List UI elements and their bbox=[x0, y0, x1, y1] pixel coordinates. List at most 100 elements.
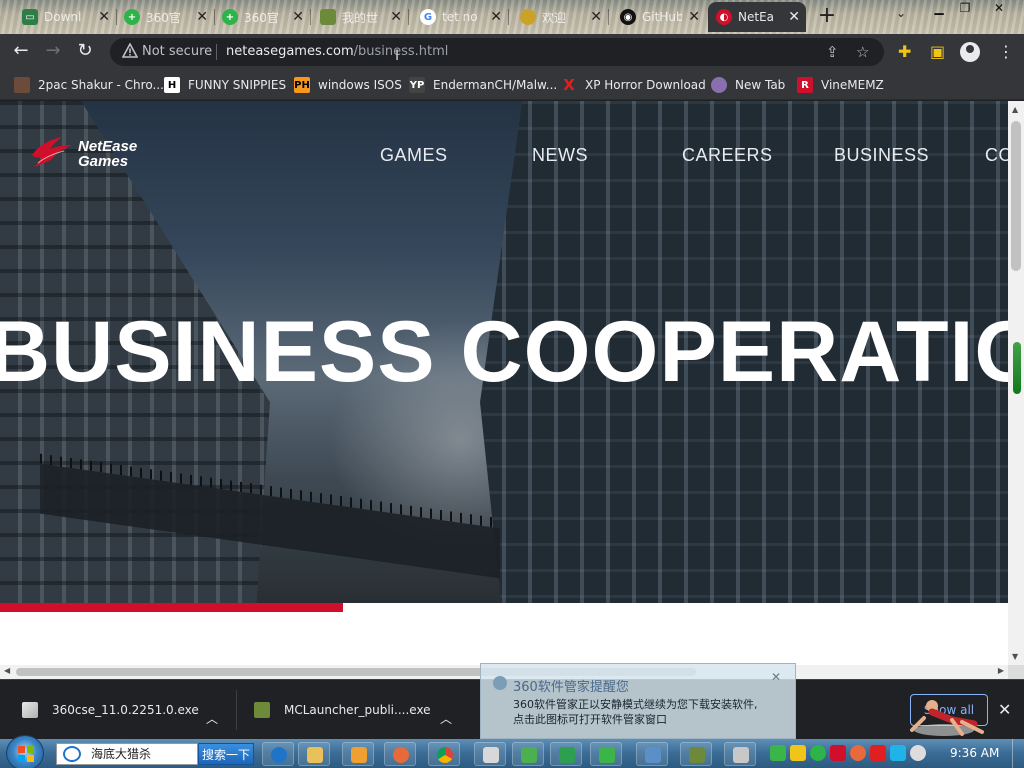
taskbar-media-app[interactable] bbox=[342, 742, 374, 766]
close-popup-icon[interactable]: ✕ bbox=[771, 670, 781, 684]
tray-app-icon[interactable] bbox=[850, 745, 866, 761]
reload-button[interactable]: ↻ bbox=[72, 40, 98, 64]
bookmark-xp-horror[interactable]: X XP Horror Download bbox=[561, 76, 706, 94]
download-favicon-icon: ▭ bbox=[22, 9, 38, 25]
system-tray bbox=[770, 745, 926, 763]
tab-netease-active[interactable]: ◐ NetEa ✕ bbox=[708, 2, 806, 32]
close-tab-icon[interactable]: ✕ bbox=[590, 9, 602, 25]
menu-kebab-icon[interactable]: ⋮ bbox=[998, 42, 1014, 61]
tab-welcome[interactable]: 欢迎 ✕ bbox=[512, 2, 608, 32]
tab-title: 欢迎 bbox=[542, 10, 567, 25]
taskbar-app-9[interactable] bbox=[636, 742, 668, 766]
profile-avatar-icon[interactable] bbox=[960, 42, 980, 62]
close-tab-icon[interactable]: ✕ bbox=[490, 9, 502, 25]
close-window-icon[interactable]: ✕ bbox=[986, 0, 1012, 18]
minimize-window-icon[interactable]: ▁ bbox=[926, 0, 952, 18]
tray-360-icon[interactable] bbox=[810, 745, 826, 761]
url-text[interactable]: neteasegames.com/business.html bbox=[226, 44, 448, 59]
taskbar-chrome-app[interactable] bbox=[428, 742, 460, 766]
close-tab-icon[interactable]: ✕ bbox=[196, 9, 208, 25]
security-label[interactable]: Not secure bbox=[142, 44, 212, 59]
close-tab-icon[interactable]: ✕ bbox=[788, 9, 800, 25]
taskbar-search-input[interactable]: 海底大猎杀 bbox=[56, 743, 198, 765]
desktop-pet-runner-icon[interactable] bbox=[902, 690, 992, 738]
r-icon: R bbox=[797, 77, 813, 93]
tab-360-1[interactable]: + 360官 ✕ bbox=[116, 2, 214, 32]
bookmark-vinememz[interactable]: R VineMEMZ bbox=[797, 76, 884, 94]
taskbar-app-8[interactable] bbox=[590, 742, 622, 766]
bookmark-endermanch[interactable]: YP EndermanCH/Malw... bbox=[409, 76, 557, 94]
ph-icon: PH bbox=[294, 77, 310, 93]
tray-app-icon[interactable] bbox=[790, 745, 806, 761]
extensions-puzzle-icon[interactable]: ✚ bbox=[898, 42, 911, 61]
netease-logo-mark-icon bbox=[32, 137, 72, 167]
scroll-right-icon[interactable]: ▶ bbox=[998, 666, 1004, 675]
close-tab-icon[interactable]: ✕ bbox=[98, 9, 110, 25]
nav-news[interactable]: NEWS bbox=[532, 145, 588, 166]
taskbar-paint-app[interactable] bbox=[384, 742, 416, 766]
scroll-left-icon[interactable]: ◀ bbox=[4, 666, 10, 675]
address-bar[interactable]: Not secure neteasegames.com/business.htm… bbox=[110, 38, 884, 66]
bookmark-2pac[interactable]: 2pac Shakur - Chro... bbox=[14, 76, 164, 94]
taskbar-app-7[interactable] bbox=[550, 742, 582, 766]
scroll-down-icon[interactable]: ▼ bbox=[1012, 652, 1018, 661]
taskbar-explorer-app[interactable] bbox=[298, 742, 330, 766]
bookmark-label: EndermanCH/Malw... bbox=[433, 78, 558, 92]
close-tab-icon[interactable]: ✕ bbox=[292, 9, 304, 25]
tray-volume-icon[interactable] bbox=[910, 745, 926, 761]
taskbar-clock[interactable]: 9:36 AM bbox=[950, 746, 999, 760]
bookmark-label: VineMEMZ bbox=[821, 78, 884, 92]
tray-network-icon[interactable] bbox=[890, 745, 906, 761]
chevron-up-icon[interactable]: ︿ bbox=[206, 702, 218, 734]
taskbar-app-10[interactable] bbox=[680, 742, 712, 766]
360-notification-popup[interactable]: 360软件管家提醒您 360软件管家正以安静模式继续为您下载安装软件, 点击此图… bbox=[480, 663, 796, 739]
taskbar-app-11[interactable] bbox=[724, 742, 756, 766]
taskbar-ie-app[interactable] bbox=[262, 742, 294, 766]
page-content: NetEase Games GAMES NEWS CAREERS BUSINESS… bbox=[0, 101, 1008, 665]
chevron-up-icon[interactable]: ︿ bbox=[440, 702, 452, 734]
side-widget-indicator[interactable] bbox=[1013, 342, 1021, 394]
taskbar-app-5[interactable] bbox=[474, 742, 506, 766]
bookmark-windows-isos[interactable]: PH windows ISOS bbox=[294, 76, 402, 94]
tray-flag-icon[interactable] bbox=[870, 745, 886, 761]
tray-app-icon[interactable] bbox=[770, 745, 786, 761]
tray-app-icon[interactable] bbox=[830, 745, 846, 761]
start-button[interactable] bbox=[6, 735, 44, 768]
tab-title: 360官 bbox=[244, 10, 279, 25]
bookmark-star-icon[interactable]: ☆ bbox=[856, 43, 869, 61]
taskbar-app-6[interactable] bbox=[512, 742, 544, 766]
360-manager-icon bbox=[493, 676, 507, 690]
netease-favicon-icon: ◐ bbox=[716, 9, 732, 25]
tab-search-chevron-icon[interactable]: ⌄ bbox=[896, 6, 906, 20]
taskbar-search-button[interactable]: 搜索一下 bbox=[198, 743, 254, 765]
download-item-360cse[interactable]: 360cse_11.0.2251.0.exe bbox=[22, 694, 199, 726]
tab-github[interactable]: ◉ GitHub ✕ bbox=[612, 2, 706, 32]
nav-contact[interactable]: CO bbox=[985, 145, 1008, 166]
tupac-icon bbox=[14, 77, 30, 93]
new-tab-button[interactable]: + bbox=[814, 4, 840, 30]
bookmark-new-tab[interactable]: New Tab bbox=[711, 76, 785, 94]
show-desktop-button[interactable] bbox=[1012, 739, 1024, 768]
tab-360-2[interactable]: + 360官 ✕ bbox=[214, 2, 310, 32]
nav-careers[interactable]: CAREERS bbox=[682, 145, 773, 166]
bookmark-funny-snippies[interactable]: H FUNNY SNIPPIES bbox=[164, 76, 286, 94]
github-favicon-icon: ◉ bbox=[620, 9, 636, 25]
close-tab-icon[interactable]: ✕ bbox=[390, 9, 402, 25]
close-tab-icon[interactable]: ✕ bbox=[688, 9, 700, 25]
restore-window-icon[interactable]: ❐ bbox=[952, 0, 978, 18]
share-icon[interactable]: ⇪ bbox=[826, 43, 839, 61]
nav-games[interactable]: GAMES bbox=[380, 145, 448, 166]
tab-google[interactable]: G tet no ✕ bbox=[412, 2, 508, 32]
nav-business[interactable]: BUSINESS bbox=[834, 145, 929, 166]
tab-downloads[interactable]: ▭ Downl ✕ bbox=[14, 2, 116, 32]
download-item-mclauncher[interactable]: MCLauncher_publi....exe bbox=[254, 694, 431, 726]
side-panel-icon[interactable]: ▣ bbox=[930, 42, 945, 61]
tab-minecraft[interactable]: 我的世 ✕ bbox=[312, 2, 408, 32]
forward-button[interactable]: → bbox=[40, 40, 66, 64]
netease-games-logo[interactable]: NetEase Games bbox=[28, 133, 148, 173]
close-shelf-icon[interactable]: ✕ bbox=[998, 700, 1011, 719]
bookmark-label: New Tab bbox=[735, 78, 786, 92]
back-button[interactable]: ← bbox=[8, 40, 34, 64]
scroll-up-icon[interactable]: ▲ bbox=[1012, 105, 1018, 114]
vertical-scroll-thumb[interactable] bbox=[1011, 121, 1021, 271]
